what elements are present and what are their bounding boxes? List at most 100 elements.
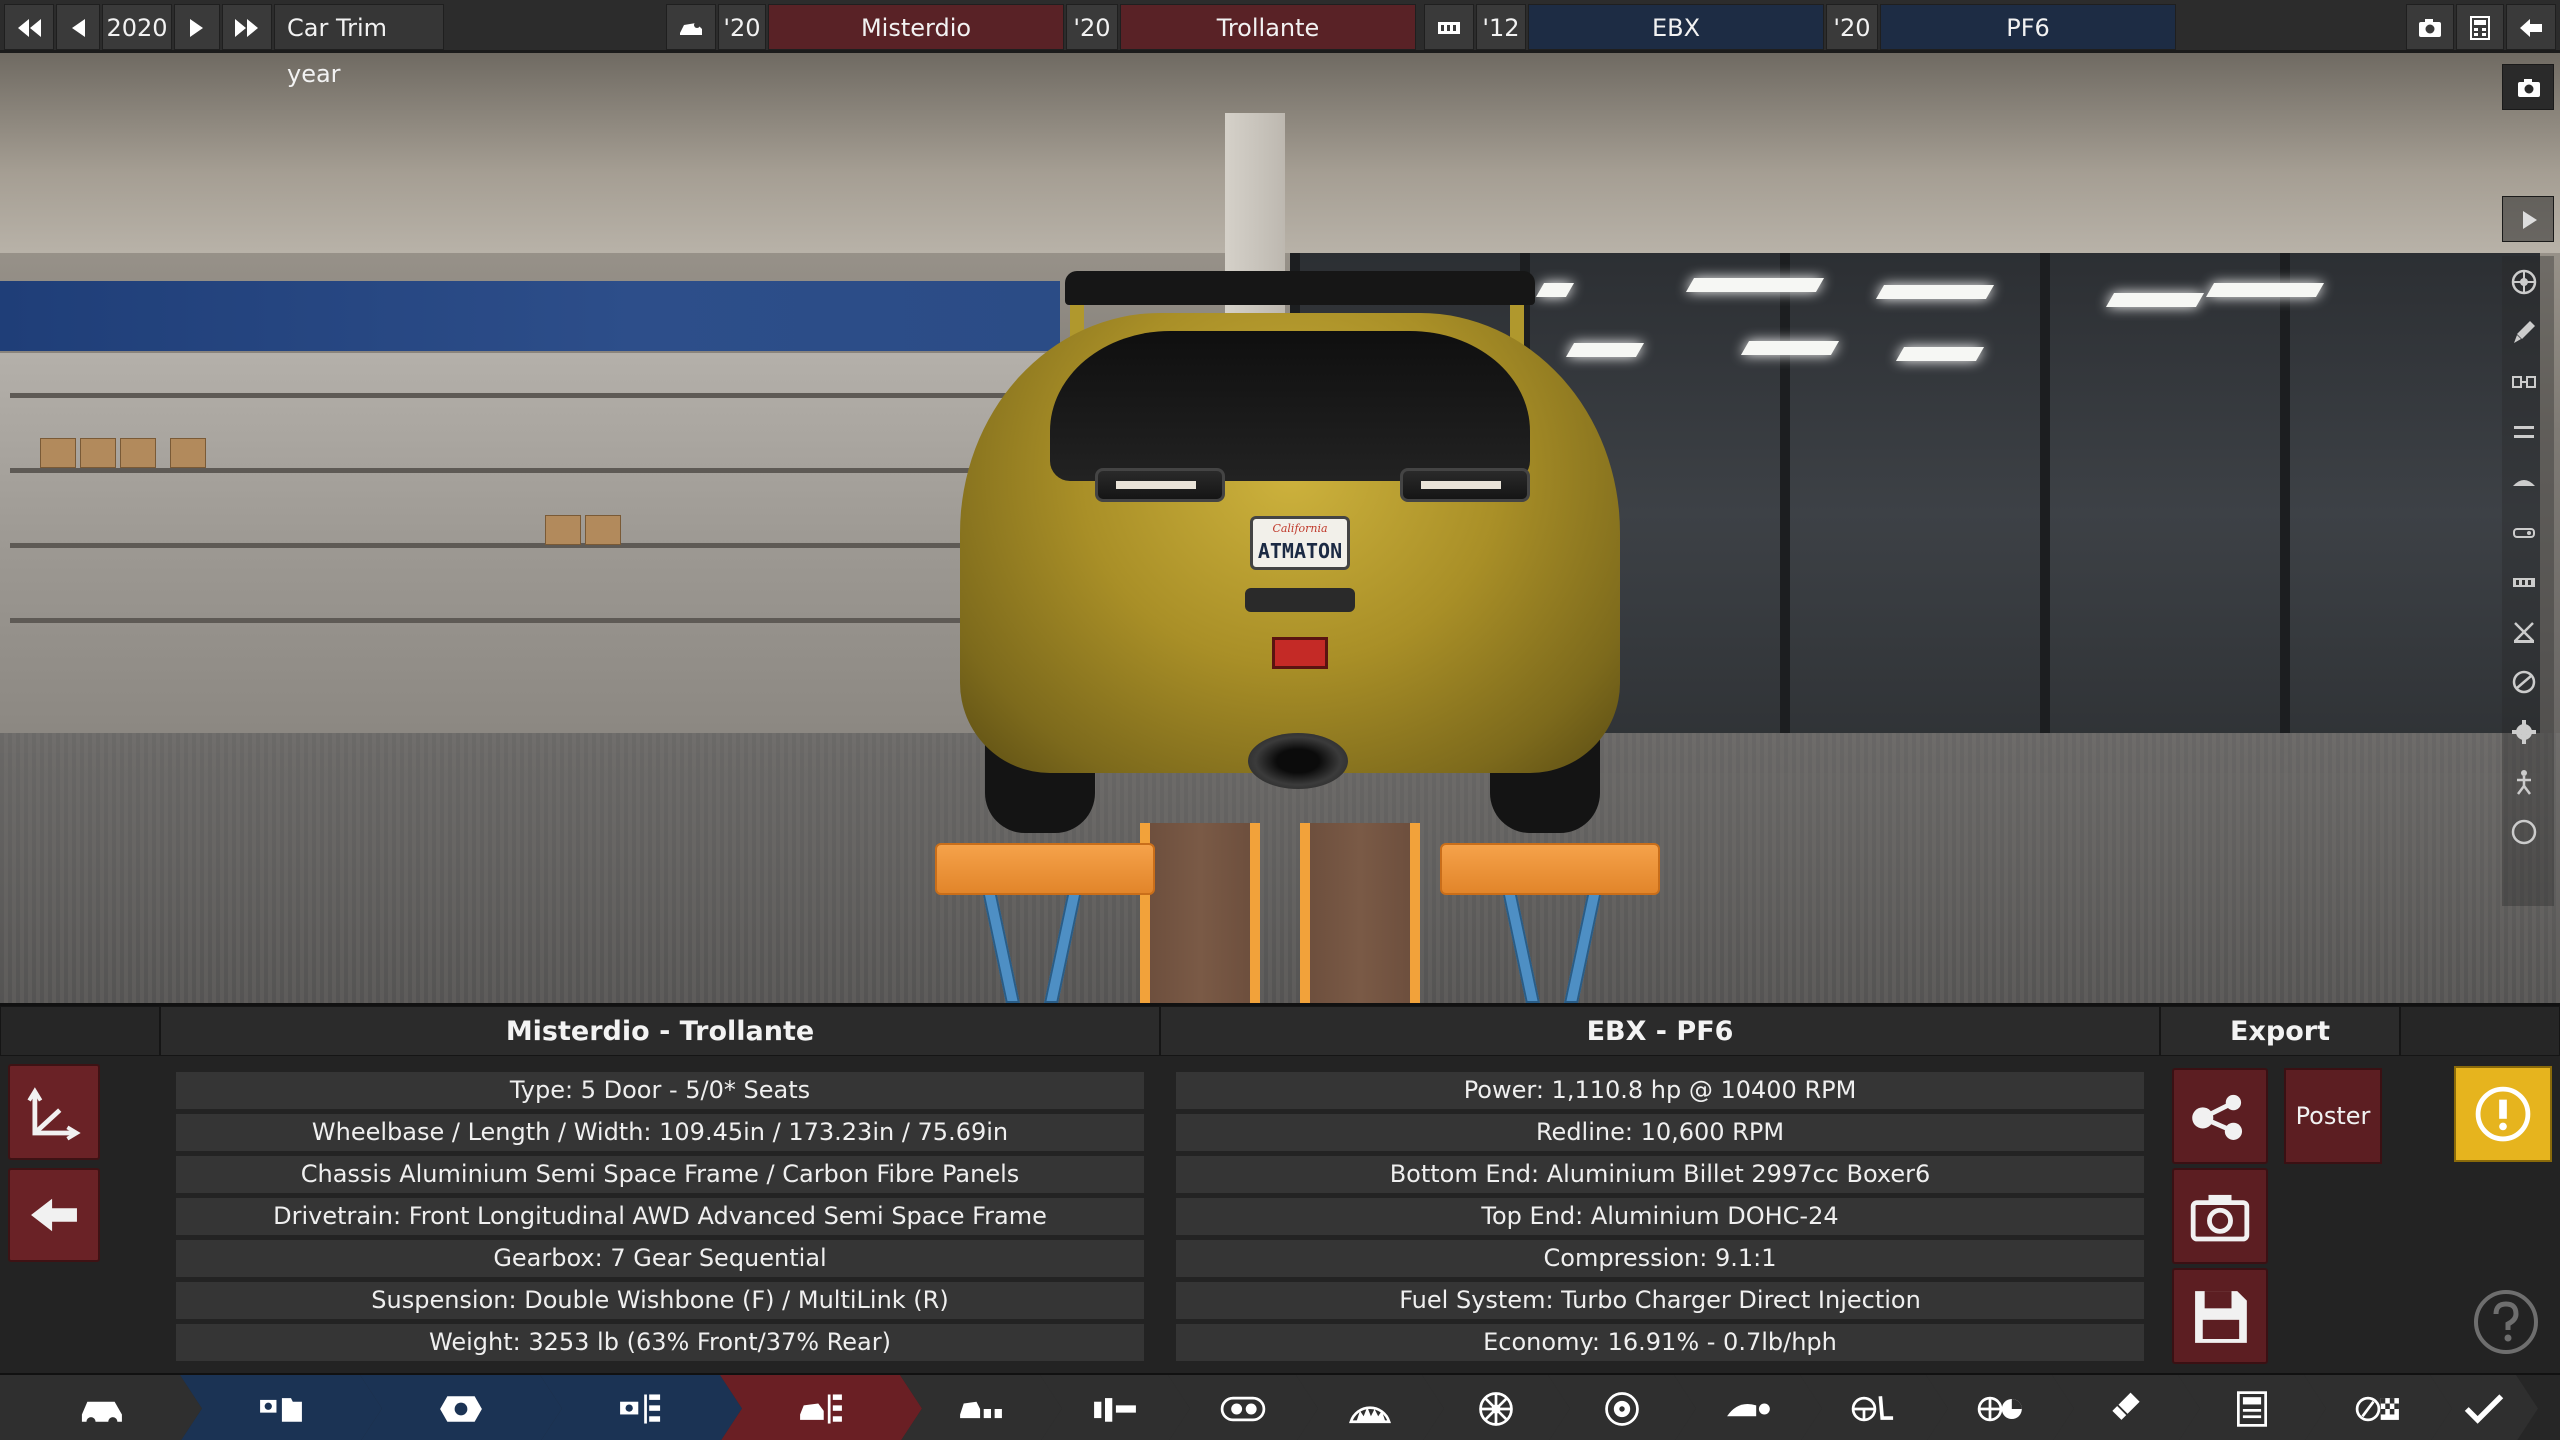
car-icon <box>74 1389 128 1429</box>
brake-icon[interactable] <box>2510 668 2538 696</box>
next-icon <box>190 19 203 37</box>
garage-scene[interactable]: California ATMATON <box>0 53 2560 1003</box>
rewind-button[interactable] <box>4 4 54 50</box>
nav-test-track-button[interactable] <box>2304 1375 2452 1440</box>
tuning-icon[interactable] <box>2510 618 2538 646</box>
nav-drivetrain-button[interactable] <box>1168 1375 1318 1440</box>
back-arrow-icon <box>31 1198 77 1232</box>
nav-engine-folder-button[interactable] <box>180 1375 382 1440</box>
poster-button[interactable]: Poster <box>2284 1068 2382 1164</box>
shelf-box <box>585 515 621 545</box>
license-plate: California ATMATON <box>1250 516 1350 570</box>
nav-engine-tree-button[interactable] <box>540 1375 742 1440</box>
drivetrain-icon <box>1216 1389 1270 1429</box>
ceiling-light <box>1895 347 1985 361</box>
engine-info-row: Fuel System: Turbo Charger Direct Inject… <box>1176 1282 2144 1319</box>
play-icon <box>2523 211 2537 229</box>
ceiling-light <box>1565 343 1645 357</box>
car-info-header: Misterdio - Trollante <box>160 1006 1160 1056</box>
engine-family-year: '12 <box>1476 4 1526 50</box>
export-save-button[interactable] <box>2172 1268 2268 1364</box>
engine-family-button[interactable] <box>1424 4 1474 50</box>
back-button[interactable] <box>8 1168 100 1262</box>
nav-car-models-button[interactable] <box>900 1375 1062 1440</box>
previous-icon <box>72 19 85 37</box>
model-name-field[interactable]: Misterdio <box>768 4 1064 50</box>
part-icon[interactable] <box>2510 368 2538 396</box>
shelf-box <box>80 438 116 468</box>
exit-button[interactable] <box>2506 4 2556 50</box>
fast-forward-button[interactable] <box>222 4 272 50</box>
glass-frame <box>1780 253 1790 773</box>
calculator-icon <box>2470 16 2490 40</box>
paint-brush-icon[interactable] <box>2510 318 2538 346</box>
exclamation-icon <box>2475 1086 2531 1142</box>
fast-forward-icon <box>235 19 258 37</box>
paint-icon <box>2099 1389 2153 1429</box>
suspension-icon[interactable] <box>2510 418 2538 446</box>
fixture-icon[interactable] <box>2510 518 2538 546</box>
year-display[interactable]: 2020 <box>102 4 172 50</box>
export-photo-button[interactable] <box>2172 1168 2268 1264</box>
bottom-navigation <box>0 1373 2560 1440</box>
engine-variant-field[interactable]: PF6 <box>1880 4 2176 50</box>
lift-pad <box>1440 843 1660 895</box>
engine-info-row: Top End: Aluminium DOHC-24 <box>1176 1198 2144 1235</box>
toggle-axis-button[interactable] <box>8 1064 100 1160</box>
shelf-box <box>545 515 581 545</box>
interior-icon[interactable] <box>2510 568 2538 596</box>
engine-folder-icon <box>254 1389 308 1429</box>
warning-button[interactable] <box>2454 1066 2552 1162</box>
glass-frame <box>2280 253 2290 773</box>
photo-mode-button[interactable] <box>2502 64 2554 110</box>
exhaust-tip <box>1248 733 1348 789</box>
car-info-row: Wheelbase / Length / Width: 109.45in / 1… <box>176 1114 1144 1151</box>
model-year: '20 <box>718 4 766 50</box>
engine-block-icon <box>1438 22 1460 34</box>
rear-window <box>1050 331 1530 481</box>
car-tree-icon <box>794 1389 848 1429</box>
nav-calculator-button[interactable] <box>2178 1375 2326 1440</box>
glass-frame <box>2040 253 2050 773</box>
circle-icon[interactable] <box>2510 818 2538 846</box>
engine-info-row: Redline: 10,600 RPM <box>1176 1114 2144 1151</box>
nav-paint-button[interactable] <box>2052 1375 2200 1440</box>
suspension-icon <box>1343 1389 1397 1429</box>
body-icon[interactable] <box>2510 468 2538 496</box>
engine-info-row: Economy: 16.91% - 0.7lb/hph <box>1176 1324 2144 1361</box>
export-share-button[interactable] <box>2172 1068 2268 1164</box>
trim-name-field[interactable]: Trollante <box>1120 4 1416 50</box>
settings-icon[interactable] <box>2510 718 2538 746</box>
share-icon <box>2192 1094 2243 1140</box>
right-tail-light <box>1400 468 1530 502</box>
shelf-box <box>170 438 206 468</box>
car-info-row: Weight: 3253 lb (63% Front/37% Rear) <box>176 1324 1144 1361</box>
calculator-button[interactable] <box>2456 4 2504 50</box>
shelf <box>10 468 1030 473</box>
next-year-button[interactable] <box>174 4 220 50</box>
car-info-row: Gearbox: 7 Gear Sequential <box>176 1240 1144 1277</box>
help-button[interactable] <box>2470 1286 2542 1358</box>
engine-family-field[interactable]: EBX <box>1528 4 1824 50</box>
car-model-button[interactable] <box>666 4 716 50</box>
nav-wheel-button[interactable] <box>1422 1375 1570 1440</box>
nav-engine-block-button[interactable] <box>360 1375 562 1440</box>
previous-year-button[interactable] <box>56 4 100 50</box>
nav-brake-disc-button[interactable] <box>1548 1375 1696 1440</box>
nav-chassis-button[interactable] <box>1040 1375 1190 1440</box>
nav-suspension-button[interactable] <box>1296 1375 1444 1440</box>
save-icon <box>2195 1291 2247 1343</box>
nav-interior-button[interactable] <box>1800 1375 1948 1440</box>
expand-panel-button[interactable] <box>2502 196 2554 242</box>
left-tail-light <box>1095 468 1225 502</box>
car-info-row: Drivetrain: Front Longitudinal AWD Advan… <box>176 1198 1144 1235</box>
nav-aero-button[interactable] <box>1674 1375 1822 1440</box>
interior-icon <box>1847 1389 1901 1429</box>
nav-car-tree-button[interactable] <box>720 1375 922 1440</box>
person-icon[interactable] <box>2510 768 2538 796</box>
nav-tuning-button[interactable] <box>1926 1375 2074 1440</box>
top-toolbar: 2020 Car Trim year '20 Misterdio '20 Tro… <box>0 0 2560 88</box>
nav-car-button[interactable] <box>0 1375 202 1440</box>
screenshot-button[interactable] <box>2406 4 2454 50</box>
wheel-icon[interactable] <box>2510 268 2538 296</box>
